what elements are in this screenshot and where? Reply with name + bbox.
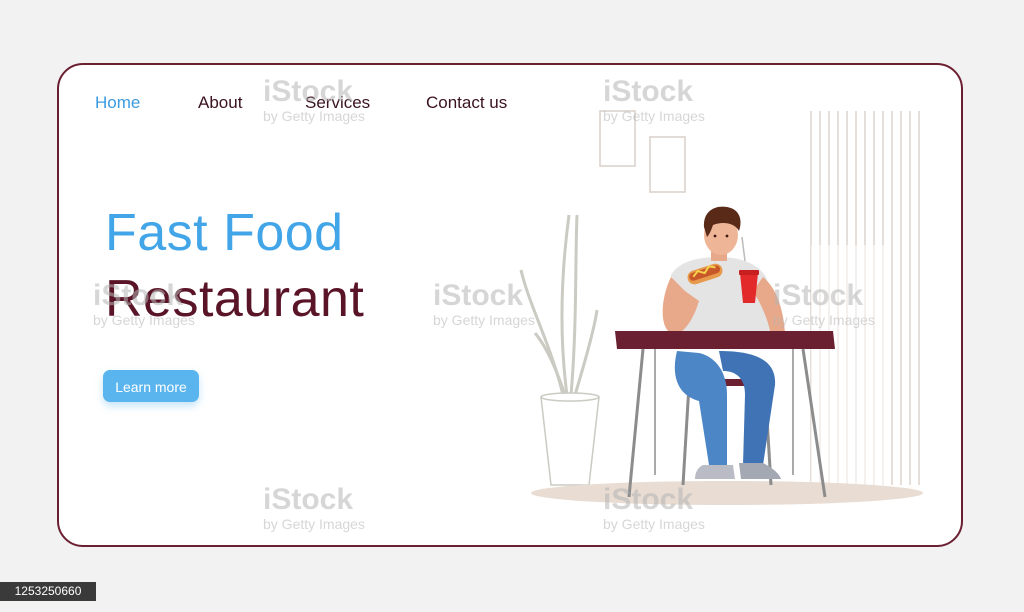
- potted-plant: [519, 214, 600, 486]
- landing-page-frame: Home About Services Contact us Fast Food…: [57, 63, 963, 547]
- picture-frame-1: [599, 110, 636, 167]
- image-id-label: 1253250660: [0, 582, 96, 601]
- slat-panel-shade: [811, 245, 891, 485]
- man-eating-hotdog-illustration: [519, 110, 923, 505]
- person-legs: [674, 351, 781, 479]
- person-head: [703, 206, 741, 255]
- picture-frame-2: [649, 136, 686, 193]
- floor-shadow: [531, 481, 923, 505]
- person-torso: [662, 245, 785, 337]
